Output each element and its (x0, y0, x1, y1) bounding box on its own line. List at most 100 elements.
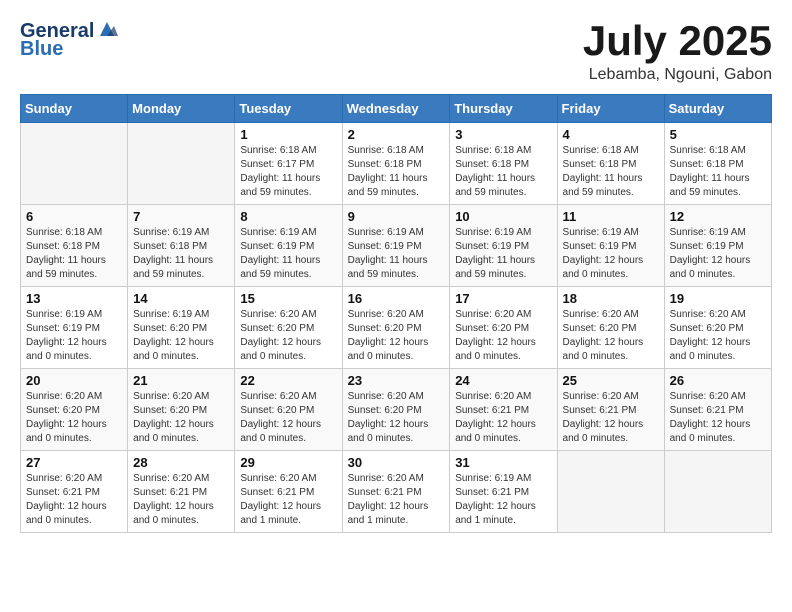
day-info: Sunrise: 6:19 AM Sunset: 6:19 PM Dayligh… (455, 226, 551, 282)
calendar-cell: 2Sunrise: 6:18 AM Sunset: 6:18 PM Daylig… (342, 123, 450, 205)
day-info: Sunrise: 6:18 AM Sunset: 6:18 PM Dayligh… (26, 226, 122, 282)
day-info: Sunrise: 6:19 AM Sunset: 6:19 PM Dayligh… (563, 226, 659, 282)
day-info: Sunrise: 6:20 AM Sunset: 6:20 PM Dayligh… (455, 308, 551, 364)
calendar-cell: 26 Sunrise: 6:20 AM Sunset: 6:21 PM Dayli… (664, 369, 771, 451)
day-number: 26 (670, 373, 766, 388)
calendar-cell: 25 Sunrise: 6:20 AM Sunset: 6:21 PM Dayli… (557, 369, 664, 451)
weekday-header-friday: Friday (557, 95, 664, 123)
day-info: Sunrise: 6:20 AM Sunset: 6:20 PM Dayligh… (563, 308, 659, 364)
day-info: Sunrise: 6:19 AM Sunset: 6:21 PM Dayligh… (455, 472, 551, 528)
day-info: Sunrise: 6:19 AM Sunset: 6:19 PM Dayligh… (670, 226, 766, 282)
day-number: 2 (348, 127, 445, 142)
calendar-week-2: 6Sunrise: 6:18 AM Sunset: 6:18 PM Daylig… (21, 205, 772, 287)
weekday-header-thursday: Thursday (450, 95, 557, 123)
day-number: 15 (240, 291, 336, 306)
calendar-cell: 5 Sunrise: 6:18 AM Sunset: 6:18 PM Daylig… (664, 123, 771, 205)
calendar-cell: 1Sunrise: 6:18 AM Sunset: 6:17 PM Daylig… (235, 123, 342, 205)
calendar-cell: 13 Sunrise: 6:19 AM Sunset: 6:19 PM Dayli… (21, 287, 128, 369)
calendar-cell: 12 Sunrise: 6:19 AM Sunset: 6:19 PM Dayli… (664, 205, 771, 287)
day-number: 3 (455, 127, 551, 142)
calendar-cell (664, 451, 771, 533)
day-number: 10 (455, 209, 551, 224)
title-section: July 2025 Lebamba, Ngouni, Gabon (583, 20, 772, 84)
day-number: 25 (563, 373, 659, 388)
calendar-cell: 6Sunrise: 6:18 AM Sunset: 6:18 PM Daylig… (21, 205, 128, 287)
day-number: 30 (348, 455, 445, 470)
day-number: 17 (455, 291, 551, 306)
day-number: 29 (240, 455, 336, 470)
calendar-cell: 3Sunrise: 6:18 AM Sunset: 6:18 PM Daylig… (450, 123, 557, 205)
day-info: Sunrise: 6:20 AM Sunset: 6:21 PM Dayligh… (670, 390, 766, 446)
day-info: Sunrise: 6:20 AM Sunset: 6:20 PM Dayligh… (348, 308, 445, 364)
day-number: 12 (670, 209, 766, 224)
calendar-cell: 7 Sunrise: 6:19 AM Sunset: 6:18 PM Daylig… (128, 205, 235, 287)
weekday-header-sunday: Sunday (21, 95, 128, 123)
calendar-cell (21, 123, 128, 205)
day-info: Sunrise: 6:20 AM Sunset: 6:20 PM Dayligh… (26, 390, 122, 446)
day-info: Sunrise: 6:20 AM Sunset: 6:21 PM Dayligh… (133, 472, 229, 528)
calendar-cell: 24 Sunrise: 6:20 AM Sunset: 6:21 PM Dayli… (450, 369, 557, 451)
calendar-week-1: 1Sunrise: 6:18 AM Sunset: 6:17 PM Daylig… (21, 123, 772, 205)
weekday-header-tuesday: Tuesday (235, 95, 342, 123)
calendar-cell: 20Sunrise: 6:20 AM Sunset: 6:20 PM Dayli… (21, 369, 128, 451)
day-info: Sunrise: 6:18 AM Sunset: 6:18 PM Dayligh… (563, 144, 659, 200)
calendar-cell: 21Sunrise: 6:20 AM Sunset: 6:20 PM Dayli… (128, 369, 235, 451)
day-info: Sunrise: 6:19 AM Sunset: 6:18 PM Dayligh… (133, 226, 229, 282)
day-info: Sunrise: 6:18 AM Sunset: 6:18 PM Dayligh… (670, 144, 766, 200)
day-info: Sunrise: 6:20 AM Sunset: 6:21 PM Dayligh… (563, 390, 659, 446)
month-title: July 2025 (583, 20, 772, 62)
weekday-header-wednesday: Wednesday (342, 95, 450, 123)
calendar-cell: 29 Sunrise: 6:20 AM Sunset: 6:21 PM Dayli… (235, 451, 342, 533)
calendar-cell: 17 Sunrise: 6:20 AM Sunset: 6:20 PM Dayli… (450, 287, 557, 369)
day-number: 21 (133, 373, 229, 388)
day-number: 23 (348, 373, 445, 388)
day-number: 14 (133, 291, 229, 306)
day-info: Sunrise: 6:20 AM Sunset: 6:20 PM Dayligh… (240, 390, 336, 446)
page-header: General Blue July 2025 Lebamba, Ngouni, … (20, 20, 772, 84)
calendar-cell (557, 451, 664, 533)
day-number: 19 (670, 291, 766, 306)
calendar-week-4: 20Sunrise: 6:20 AM Sunset: 6:20 PM Dayli… (21, 369, 772, 451)
day-info: Sunrise: 6:20 AM Sunset: 6:20 PM Dayligh… (348, 390, 445, 446)
calendar-cell: 31 Sunrise: 6:19 AM Sunset: 6:21 PM Dayli… (450, 451, 557, 533)
day-number: 22 (240, 373, 336, 388)
day-number: 18 (563, 291, 659, 306)
day-info: Sunrise: 6:20 AM Sunset: 6:20 PM Dayligh… (670, 308, 766, 364)
weekday-header-row: SundayMondayTuesdayWednesdayThursdayFrid… (21, 95, 772, 123)
day-info: Sunrise: 6:20 AM Sunset: 6:20 PM Dayligh… (240, 308, 336, 364)
calendar-table: SundayMondayTuesdayWednesdayThursdayFrid… (20, 94, 772, 533)
day-number: 13 (26, 291, 122, 306)
day-info: Sunrise: 6:19 AM Sunset: 6:19 PM Dayligh… (240, 226, 336, 282)
calendar-cell: 27 Sunrise: 6:20 AM Sunset: 6:21 PM Dayli… (21, 451, 128, 533)
calendar-cell: 8 Sunrise: 6:19 AM Sunset: 6:19 PM Daylig… (235, 205, 342, 287)
day-info: Sunrise: 6:20 AM Sunset: 6:21 PM Dayligh… (240, 472, 336, 528)
calendar-cell: 28Sunrise: 6:20 AM Sunset: 6:21 PM Dayli… (128, 451, 235, 533)
day-number: 5 (670, 127, 766, 142)
day-number: 4 (563, 127, 659, 142)
calendar-cell: 10 Sunrise: 6:19 AM Sunset: 6:19 PM Dayli… (450, 205, 557, 287)
day-info: Sunrise: 6:20 AM Sunset: 6:21 PM Dayligh… (26, 472, 122, 528)
calendar-cell: 11Sunrise: 6:19 AM Sunset: 6:19 PM Dayli… (557, 205, 664, 287)
day-number: 31 (455, 455, 551, 470)
calendar-cell: 23 Sunrise: 6:20 AM Sunset: 6:20 PM Dayli… (342, 369, 450, 451)
calendar-cell: 22 Sunrise: 6:20 AM Sunset: 6:20 PM Dayli… (235, 369, 342, 451)
calendar-cell: 15 Sunrise: 6:20 AM Sunset: 6:20 PM Dayli… (235, 287, 342, 369)
weekday-header-saturday: Saturday (664, 95, 771, 123)
calendar-cell: 4 Sunrise: 6:18 AM Sunset: 6:18 PM Daylig… (557, 123, 664, 205)
day-info: Sunrise: 6:20 AM Sunset: 6:21 PM Dayligh… (348, 472, 445, 528)
calendar-cell (128, 123, 235, 205)
day-number: 24 (455, 373, 551, 388)
day-info: Sunrise: 6:19 AM Sunset: 6:19 PM Dayligh… (26, 308, 122, 364)
day-info: Sunrise: 6:20 AM Sunset: 6:21 PM Dayligh… (455, 390, 551, 446)
day-number: 27 (26, 455, 122, 470)
weekday-header-monday: Monday (128, 95, 235, 123)
day-number: 7 (133, 209, 229, 224)
day-number: 8 (240, 209, 336, 224)
calendar-cell: 14Sunrise: 6:19 AM Sunset: 6:20 PM Dayli… (128, 287, 235, 369)
calendar-cell: 18 Sunrise: 6:20 AM Sunset: 6:20 PM Dayli… (557, 287, 664, 369)
calendar-cell: 9Sunrise: 6:19 AM Sunset: 6:19 PM Daylig… (342, 205, 450, 287)
location: Lebamba, Ngouni, Gabon (583, 66, 772, 84)
day-number: 16 (348, 291, 445, 306)
calendar-cell: 16 Sunrise: 6:20 AM Sunset: 6:20 PM Dayli… (342, 287, 450, 369)
logo-icon (96, 18, 118, 40)
